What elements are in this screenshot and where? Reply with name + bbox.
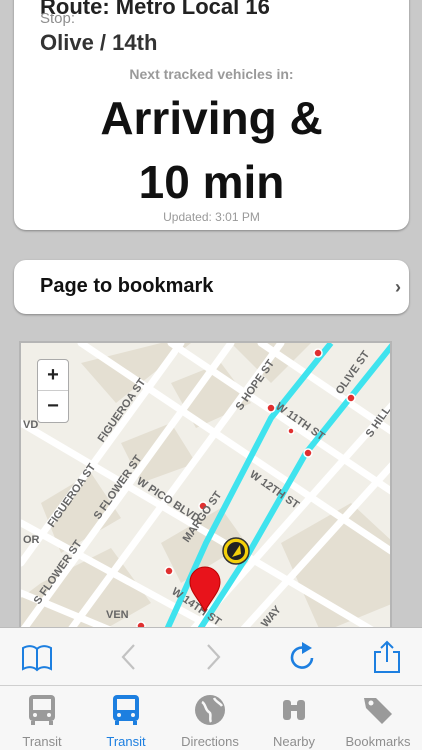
tab-bar: Transit Transit Directions Nearby Bookma… [0,685,422,750]
street-label-or: OR [23,534,40,546]
tab-transit-1[interactable]: Transit [0,686,84,750]
tab-nearby[interactable]: Nearby [252,686,336,750]
next-vehicles-label: Next tracked vehicles in: [129,66,294,82]
arrival-time-line1: Arriving & [100,92,323,144]
chevron-right-icon: › [395,277,401,297]
zoom-control: + − [37,359,69,423]
vehicle-marker-icon[interactable] [222,537,250,565]
street-label-w11th: W 11TH ST [273,401,327,444]
zoom-in-button[interactable]: + [38,360,68,391]
street-label-venice: VEN [106,609,129,621]
arrival-time-line2: 10 min [138,156,285,208]
bookmark-page-label: Page to bookmark [40,275,214,297]
tab-label: Transit [22,734,62,749]
updated-timestamp: Updated: 3:01 PM [163,210,260,224]
zoom-out-button[interactable]: − [38,391,68,422]
tag-icon [364,698,392,724]
route-map[interactable]: FIGUEROA ST FIGUEROA ST S FLOWER ST S FL… [19,341,392,641]
tab-label: Bookmarks [345,734,411,749]
bus-icon [29,695,55,725]
tab-label: Nearby [273,734,315,749]
tab-bookmarks[interactable]: Bookmarks [336,686,420,750]
share-icon[interactable] [370,640,404,674]
bookmark-page-button[interactable]: Page to bookmark › [14,260,409,314]
tab-label: Transit [106,734,146,749]
bus-icon [113,695,139,725]
map-canvas[interactable]: FIGUEROA ST FIGUEROA ST S FLOWER ST S FL… [21,343,392,641]
tab-transit-2[interactable]: Transit [84,686,168,750]
street-label-hill: S HILL [364,404,392,440]
stop-name: Olive / 14th [40,30,158,55]
chevron-right-icon[interactable] [196,640,230,674]
chevron-left-icon[interactable] [112,640,146,674]
arrival-card: Route: Metro Local 16 Stop: Olive / 14th… [14,0,409,230]
reload-icon[interactable] [285,640,319,674]
binoculars-icon [283,700,305,720]
street-label-pico: W PICO BLVD [134,475,201,525]
globe-icon [195,695,225,725]
stop-label: Stop: [40,10,76,27]
book-icon[interactable] [20,640,54,674]
browser-toolbar [0,627,422,685]
tab-directions[interactable]: Directions [168,686,252,750]
tab-label: Directions [181,734,239,749]
street-label-vd: VD [23,419,38,431]
arrival-time: Arriving & 10 min [14,86,409,214]
